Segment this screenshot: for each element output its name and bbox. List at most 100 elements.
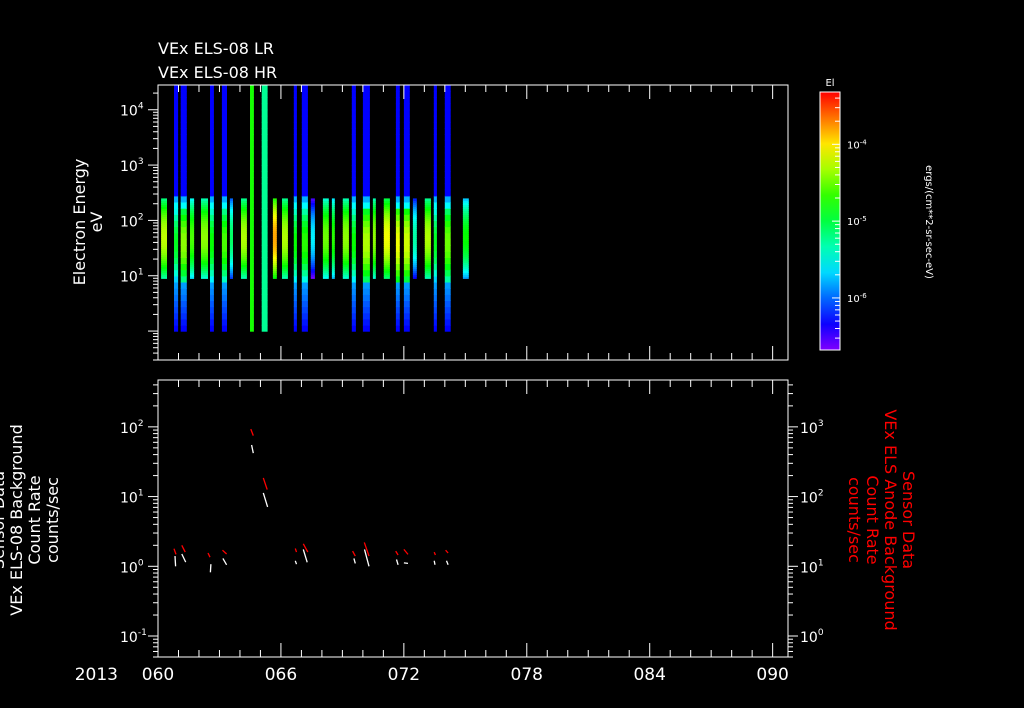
spectrogram-cell	[301, 257, 308, 264]
spectrogram-cell	[261, 306, 268, 314]
right-ylabel-1: Sensor Data	[899, 471, 918, 569]
spectrogram-cell	[250, 263, 254, 271]
spectrogram-cell	[403, 251, 410, 258]
spectrogram-cell	[180, 312, 187, 320]
spectrogram-cell	[351, 165, 356, 172]
spectrogram-cell	[395, 115, 400, 123]
spectrogram-cell	[293, 121, 297, 129]
spectrogram-cell	[250, 85, 254, 92]
spectrogram-cell	[174, 171, 179, 178]
spectrogram-cell	[395, 220, 400, 228]
spectrogram-cell	[403, 115, 410, 123]
spectrogram-cell	[210, 115, 214, 123]
spectrogram-cell	[403, 306, 410, 314]
spectrogram-cell	[351, 201, 356, 209]
spectrogram-cell	[444, 263, 451, 271]
spectrogram-cell	[272, 198, 277, 201]
spectrogram-cell	[433, 121, 437, 129]
spectrogram-cell	[174, 244, 179, 252]
spectrogram-cell	[403, 226, 410, 234]
spectrogram-cell	[322, 198, 329, 201]
spectrogram-cell	[261, 201, 268, 209]
spectrogram-cell	[250, 165, 254, 172]
spectrogram-cell	[210, 220, 214, 228]
spectrogram-cell	[261, 140, 268, 148]
spectrogram-cell	[221, 195, 227, 203]
spectrogram-column	[372, 198, 376, 279]
spectrogram-cell	[301, 171, 308, 178]
spectrogram-cell	[362, 214, 370, 221]
spectrogram-cell	[444, 158, 451, 166]
spectrogram-cell	[293, 158, 297, 166]
series-segment	[294, 548, 298, 553]
spectrogram-cell	[433, 152, 437, 160]
spectrogram-cell	[444, 109, 451, 117]
spectrogram-cell	[293, 85, 297, 92]
spectrogram-cell	[362, 97, 370, 105]
spectrogram-cell	[180, 85, 187, 92]
spectrogram-cell	[433, 208, 437, 215]
series-segment	[262, 477, 268, 490]
spectrogram-cell	[250, 294, 254, 301]
spectrogram-cell	[210, 97, 214, 105]
spectrogram-cell	[301, 208, 308, 215]
spectrogram-column	[293, 85, 297, 332]
spectrogram-cell	[180, 91, 187, 98]
spectrogram-cell	[444, 128, 451, 135]
right-ylabel-2: VEx ELS Anode Background	[881, 409, 900, 630]
spectrogram-cell	[210, 140, 214, 148]
spectrogram-cell	[395, 275, 400, 283]
spectrogram-cell	[261, 263, 268, 271]
spectrogram-cell	[250, 171, 254, 178]
spectrogram-cell	[180, 121, 187, 129]
spectrogram-cell	[351, 177, 356, 185]
spectrogram-cell	[403, 324, 410, 332]
spectrogram-cell	[221, 251, 227, 258]
spectrogram-cell	[403, 91, 410, 98]
spectrogram-cell	[180, 251, 187, 258]
spectrogram-cell	[210, 121, 214, 129]
spectrogram-cell	[383, 198, 390, 201]
spectrogram-cell	[210, 318, 214, 326]
spectrogram-cell	[403, 109, 410, 117]
spectrogram-cell	[190, 198, 195, 201]
series-segment	[395, 550, 399, 556]
spectrogram-cell	[362, 263, 370, 271]
spectrogram-cell	[221, 226, 227, 234]
spectrogram-cell	[395, 171, 400, 178]
spectrogram-cell	[362, 208, 370, 215]
spectrogram-cell	[210, 128, 214, 135]
spectrogram-cell	[261, 146, 268, 154]
spectrogram-cell	[250, 288, 254, 295]
spectrogram-cell	[403, 183, 410, 191]
spectrogram-cell	[293, 115, 297, 123]
spectrogram-cell	[180, 306, 187, 314]
spectrogram-cell	[351, 115, 356, 123]
spectrogram-cell	[221, 177, 227, 185]
spectrogram-cell	[395, 103, 400, 111]
spectrogram-cell	[221, 281, 227, 289]
spectrogram-cell	[444, 201, 451, 209]
spectrogram-cell	[444, 275, 451, 283]
spectrogram-cell	[174, 288, 179, 295]
spectrogram-cell	[174, 115, 179, 123]
spectrogram-cell	[395, 208, 400, 215]
spectrogram-cell	[403, 263, 410, 271]
spectrogram-cell	[174, 128, 179, 135]
spectrogram-cell	[395, 232, 400, 240]
spectrogram-cell	[250, 189, 254, 197]
spectrogram-cell	[180, 201, 187, 209]
spectrogram-cell	[293, 195, 297, 203]
spectrogram-cell	[362, 251, 370, 258]
spectrogram-cell	[221, 165, 227, 172]
spectrogram-cell	[444, 288, 451, 295]
spectrogram-cell	[250, 195, 254, 203]
series-segment	[222, 558, 228, 566]
spectrogram-cell	[293, 140, 297, 148]
spectrogram-cell	[433, 158, 437, 166]
spectrogram-cell	[221, 146, 227, 154]
spectrogram-cell	[221, 158, 227, 166]
spectrogram-cell	[444, 244, 451, 252]
spectrogram-cell	[221, 300, 227, 308]
spectrogram-column	[201, 198, 208, 279]
